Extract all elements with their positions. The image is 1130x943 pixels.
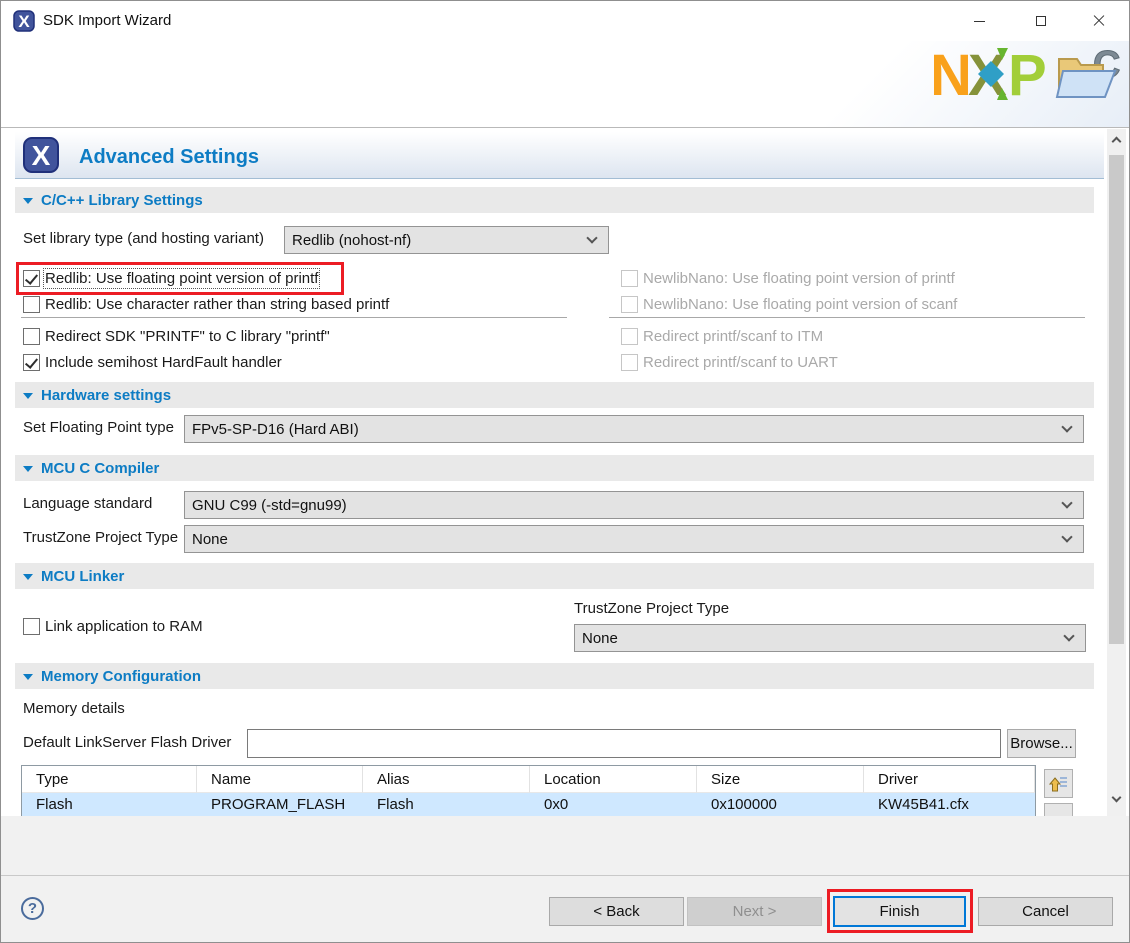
browse-button[interactable]: Browse... bbox=[1007, 729, 1076, 758]
column-header[interactable]: Name bbox=[197, 766, 363, 793]
trustzone-type-label: TrustZone Project Type bbox=[23, 529, 178, 546]
close-button[interactable] bbox=[1076, 1, 1122, 41]
chevron-down-icon bbox=[1112, 793, 1122, 803]
checkbox-box[interactable] bbox=[23, 270, 40, 287]
sdk-import-wizard-window: X SDK Import Wizard N X P C X bbox=[0, 0, 1130, 943]
floating-point-select[interactable]: FPv5-SP-D16 (Hard ABI) bbox=[184, 415, 1084, 443]
section-mcu-linker[interactable]: MCU Linker bbox=[15, 563, 1094, 589]
finish-button[interactable]: Finish bbox=[833, 896, 966, 927]
checkbox-box bbox=[621, 328, 638, 345]
trustzone-type-select[interactable]: None bbox=[184, 525, 1084, 553]
chevron-down-icon bbox=[1061, 531, 1072, 542]
move-up-icon bbox=[1049, 774, 1069, 794]
svg-text:X: X bbox=[18, 12, 30, 31]
minimize-button[interactable] bbox=[956, 1, 1002, 41]
checkbox-newlibnano-float-scanf: NewlibNano: Use floating point version o… bbox=[621, 293, 957, 315]
checkbox-box[interactable] bbox=[23, 354, 40, 371]
section-hardware-settings[interactable]: Hardware settings bbox=[15, 382, 1094, 408]
title-bar: X SDK Import Wizard bbox=[1, 1, 1129, 41]
column-header[interactable]: Type bbox=[22, 766, 197, 793]
checkbox-box[interactable] bbox=[23, 328, 40, 345]
window-title: SDK Import Wizard bbox=[43, 12, 171, 29]
column-header[interactable]: Location bbox=[530, 766, 697, 793]
linker-trustzone-label: TrustZone Project Type bbox=[574, 600, 729, 617]
column-header[interactable]: Driver bbox=[864, 766, 1035, 793]
divider bbox=[21, 317, 567, 318]
collapse-arrow-icon bbox=[23, 674, 33, 680]
collapse-arrow-icon bbox=[23, 198, 33, 204]
checkbox-box bbox=[621, 270, 638, 287]
divider bbox=[609, 317, 1085, 318]
chevron-down-icon bbox=[1063, 630, 1074, 641]
back-button[interactable]: < Back bbox=[549, 897, 684, 926]
close-icon bbox=[1093, 15, 1105, 27]
vertical-scrollbar[interactable] bbox=[1107, 129, 1126, 816]
next-button: Next > bbox=[687, 897, 822, 926]
section-library-settings[interactable]: C/C++ Library Settings bbox=[15, 187, 1094, 213]
lower-strip bbox=[1, 816, 1129, 875]
checkbox-redirect-itm: Redirect printf/scanf to ITM bbox=[621, 325, 823, 347]
collapse-arrow-icon bbox=[23, 574, 33, 580]
nxp-logo: N X P bbox=[934, 46, 1049, 102]
maximize-icon bbox=[1036, 16, 1046, 26]
app-icon: X bbox=[13, 10, 35, 32]
flash-driver-label: Default LinkServer Flash Driver bbox=[23, 734, 231, 751]
app-icon-large: X bbox=[23, 137, 59, 173]
page-header: X Advanced Settings bbox=[15, 132, 1104, 179]
chevron-down-icon bbox=[586, 232, 597, 243]
checkbox-box bbox=[621, 354, 638, 371]
floating-point-label: Set Floating Point type bbox=[23, 419, 174, 436]
library-type-select[interactable]: Redlib (nohost-nf) bbox=[284, 226, 609, 254]
flash-driver-input[interactable] bbox=[247, 729, 1001, 758]
section-memory-configuration[interactable]: Memory Configuration bbox=[15, 663, 1094, 689]
scroll-down-button[interactable] bbox=[1107, 790, 1126, 808]
scrollbar-thumb[interactable] bbox=[1109, 155, 1124, 644]
checkbox-box[interactable] bbox=[23, 296, 40, 313]
library-type-label: Set library type (and hosting variant) bbox=[23, 230, 264, 247]
collapse-arrow-icon bbox=[23, 393, 33, 399]
checkbox-redlib-char-printf[interactable]: Redlib: Use character rather than string… bbox=[23, 293, 389, 315]
collapse-arrow-icon bbox=[23, 466, 33, 472]
c-project-folder-icon: C bbox=[1053, 41, 1125, 105]
advanced-settings-panel: X Advanced Settings C/C++ Library Settin… bbox=[1, 127, 1129, 816]
language-standard-label: Language standard bbox=[23, 495, 152, 512]
chevron-up-icon bbox=[1112, 137, 1122, 147]
memory-table: Type Name Alias Location Size Driver Fla… bbox=[21, 765, 1036, 816]
svg-text:X: X bbox=[32, 140, 51, 171]
checkbox-box bbox=[621, 296, 638, 313]
page-title: Advanced Settings bbox=[79, 146, 259, 169]
checkbox-redlib-float-printf[interactable]: Redlib: Use floating point version of pr… bbox=[23, 267, 318, 289]
section-mcu-c-compiler[interactable]: MCU C Compiler bbox=[15, 455, 1094, 481]
checkbox-semihost-hardfault[interactable]: Include semihost HardFault handler bbox=[23, 351, 282, 373]
language-standard-select[interactable]: GNU C99 (-std=gnu99) bbox=[184, 491, 1084, 519]
table-row[interactable]: Flash PROGRAM_FLASH Flash 0x0 0x100000 K… bbox=[22, 793, 1035, 816]
memory-details-label: Memory details bbox=[23, 700, 125, 717]
move-up-button[interactable] bbox=[1044, 769, 1073, 798]
table-header-row: Type Name Alias Location Size Driver bbox=[22, 766, 1035, 793]
linker-trustzone-select[interactable]: None bbox=[574, 624, 1086, 652]
column-header[interactable]: Size bbox=[697, 766, 864, 793]
checkbox-redirect-sdk-printf[interactable]: Redirect SDK "PRINTF" to C library "prin… bbox=[23, 325, 330, 347]
footer-button-bar: ? < Back Next > Finish Cancel bbox=[1, 875, 1129, 943]
svg-text:P: P bbox=[1008, 46, 1047, 102]
checkbox-redirect-uart: Redirect printf/scanf to UART bbox=[621, 351, 838, 373]
move-down-button[interactable] bbox=[1044, 803, 1073, 816]
minimize-icon bbox=[974, 21, 985, 22]
scroll-up-button[interactable] bbox=[1107, 131, 1126, 149]
column-header[interactable]: Alias bbox=[363, 766, 530, 793]
cancel-button[interactable]: Cancel bbox=[978, 897, 1113, 926]
checkbox-box[interactable] bbox=[23, 618, 40, 635]
maximize-button[interactable] bbox=[1018, 1, 1064, 41]
svg-text:N: N bbox=[934, 46, 972, 102]
chevron-down-icon bbox=[1061, 421, 1072, 432]
help-icon[interactable]: ? bbox=[21, 897, 44, 920]
checkbox-newlibnano-float-printf: NewlibNano: Use floating point version o… bbox=[621, 267, 955, 289]
checkbox-link-to-ram[interactable]: Link application to RAM bbox=[23, 615, 203, 637]
chevron-down-icon bbox=[1061, 497, 1072, 508]
